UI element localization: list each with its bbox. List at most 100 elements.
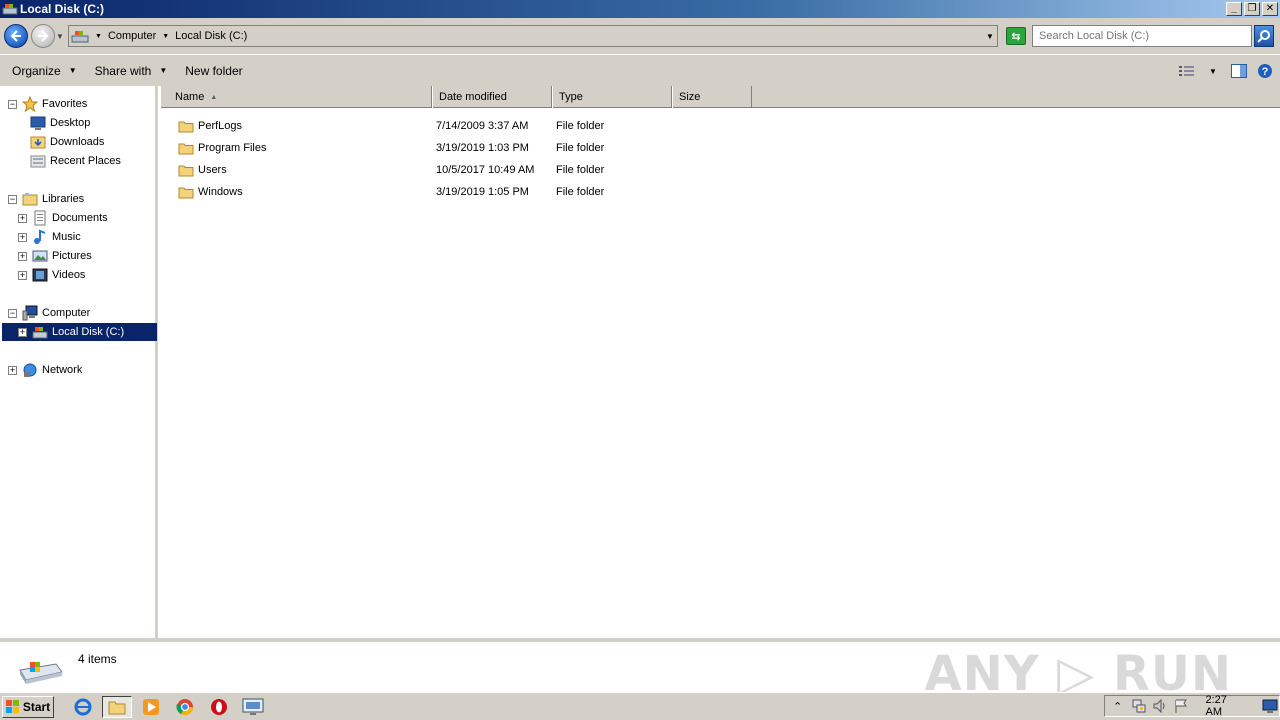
file-name: PerfLogs [198, 120, 243, 132]
help-button[interactable]: ? [1254, 60, 1276, 82]
details-pane: 4 items ANY ▷ RUN [0, 638, 1280, 702]
chevron-down-icon[interactable]: ▼ [95, 33, 102, 40]
taskbar-media-player[interactable] [136, 696, 166, 718]
table-row[interactable]: Program Files 3/19/2019 1:03 PM File fol… [160, 138, 760, 158]
search-input[interactable] [1039, 30, 1239, 42]
search-box[interactable] [1032, 25, 1252, 47]
nav-favorites[interactable]: − Favorites [8, 95, 87, 113]
refresh-button[interactable]: ⇆ [1006, 27, 1026, 45]
address-history-dropdown[interactable]: ▼ [983, 32, 997, 41]
change-view-button[interactable] [1176, 60, 1198, 82]
downloads-folder-icon [30, 136, 46, 149]
view-options-dropdown[interactable]: ▼ [1202, 60, 1224, 82]
collapse-icon[interactable]: − [8, 194, 17, 204]
network-status-icon[interactable] [1130, 698, 1147, 714]
collapse-icon[interactable]: − [8, 99, 17, 109]
back-button[interactable] [4, 24, 28, 48]
new-folder-button[interactable]: New folder [179, 59, 248, 83]
nav-pictures[interactable]: + Pictures [18, 247, 92, 265]
address-bar[interactable]: ▼ Computer ▼ Local Disk (C:) ▼ [68, 25, 998, 47]
system-tray: ⌃ 2:27 AM [1104, 694, 1280, 718]
file-name: Program Files [198, 142, 267, 154]
show-hidden-icons-icon[interactable]: ⌃ [1109, 698, 1126, 714]
column-label: Date modified [439, 91, 507, 103]
start-button[interactable]: Start [2, 695, 54, 718]
nav-label: Network [42, 364, 83, 376]
documents-icon [34, 210, 46, 226]
breadcrumb-computer[interactable]: ▼ Computer [95, 30, 156, 42]
sort-ascending-icon: ▲ [210, 93, 218, 101]
media-player-icon [143, 698, 159, 715]
recent-pages-dropdown[interactable]: ▼ [56, 32, 64, 41]
nav-desktop[interactable]: Desktop [30, 114, 90, 132]
column-header-type[interactable]: Type [552, 86, 672, 108]
nav-network[interactable]: + Network [8, 361, 82, 379]
nav-recent-places[interactable]: Recent Places [30, 152, 121, 170]
expand-icon[interactable]: + [18, 232, 27, 242]
column-label: Name [175, 91, 205, 103]
collapse-icon[interactable]: − [8, 308, 17, 318]
table-row[interactable]: Windows 3/19/2019 1:05 PM File folder [160, 182, 760, 202]
organize-button[interactable]: Organize ▼ [6, 59, 83, 83]
expand-icon[interactable]: + [18, 327, 27, 337]
search-button[interactable] [1254, 25, 1274, 47]
volume-icon[interactable] [1151, 698, 1168, 714]
restore-button[interactable]: ❐ [1244, 2, 1260, 16]
file-type: File folder [556, 164, 605, 176]
expand-icon[interactable]: + [18, 251, 27, 261]
view-list-icon [1179, 66, 1194, 76]
chrome-icon [176, 698, 194, 715]
expand-icon[interactable]: + [18, 213, 27, 223]
expand-icon[interactable]: + [18, 270, 27, 280]
drive-icon [19, 662, 63, 684]
chevron-down-icon: ▼ [159, 66, 168, 75]
share-with-button[interactable]: Share with ▼ [89, 59, 174, 83]
nav-videos[interactable]: + Videos [18, 266, 85, 284]
expand-icon[interactable]: + [8, 365, 17, 375]
column-header-date-modified[interactable]: Date modified [432, 86, 552, 108]
nav-label: Desktop [50, 117, 91, 129]
column-headers: Name ▲ Date modified Type Size [160, 86, 1280, 108]
taskbar: Start ⌃ 2:27 AM [0, 692, 1280, 720]
file-date: 3/19/2019 1:05 PM [436, 186, 529, 198]
taskbar-internet-explorer[interactable] [68, 696, 98, 718]
close-button[interactable]: ✕ [1262, 2, 1278, 16]
taskbar-explorer[interactable] [102, 695, 132, 718]
taskbar-opera[interactable] [204, 696, 234, 718]
share-with-label: Share with [94, 63, 152, 78]
preview-pane-button[interactable] [1228, 60, 1250, 82]
nav-music[interactable]: + Music [18, 228, 81, 246]
start-label: Start [22, 699, 51, 714]
table-row[interactable]: PerfLogs 7/14/2009 3:37 AM File folder [160, 116, 760, 136]
column-header-size[interactable]: Size [672, 86, 752, 108]
action-center-flag-icon[interactable] [1172, 698, 1189, 714]
nav-local-disk[interactable]: + Local Disk (C:) [2, 323, 157, 341]
chevron-down-icon[interactable]: ▼ [162, 33, 169, 40]
folder-icon [108, 701, 126, 714]
nav-downloads[interactable]: Downloads [30, 133, 104, 151]
organize-label: Organize [12, 63, 61, 78]
nav-label: Music [52, 231, 81, 243]
minimize-button[interactable]: _ [1226, 2, 1242, 16]
taskbar-remote-app[interactable] [238, 696, 268, 718]
nav-libraries[interactable]: − Libraries [8, 190, 84, 208]
file-date: 10/5/2017 10:49 AM [436, 164, 535, 176]
nav-label: Pictures [52, 250, 92, 262]
column-header-name[interactable]: Name ▲ [160, 86, 432, 108]
folder-icon [178, 165, 194, 176]
column-label: Type [559, 91, 583, 103]
table-row[interactable]: Users 10/5/2017 10:49 AM File folder [160, 160, 760, 180]
nav-computer[interactable]: − Computer [8, 304, 90, 322]
libraries-icon [22, 193, 38, 206]
show-desktop-icon[interactable] [1262, 698, 1279, 714]
clock[interactable]: 2:27 AM [1206, 694, 1244, 718]
file-name: Windows [198, 186, 243, 198]
nav-documents[interactable]: + Documents [18, 209, 108, 227]
file-list: Name ▲ Date modified Type Size PerfLogs … [160, 86, 1280, 638]
internet-explorer-icon [74, 698, 92, 715]
chevron-down-icon: ▼ [68, 66, 77, 75]
taskbar-chrome[interactable] [170, 696, 200, 718]
file-name: Users [198, 164, 227, 176]
forward-button[interactable] [31, 24, 55, 48]
breadcrumb-local-disk[interactable]: ▼ Local Disk (C:) [162, 30, 247, 42]
